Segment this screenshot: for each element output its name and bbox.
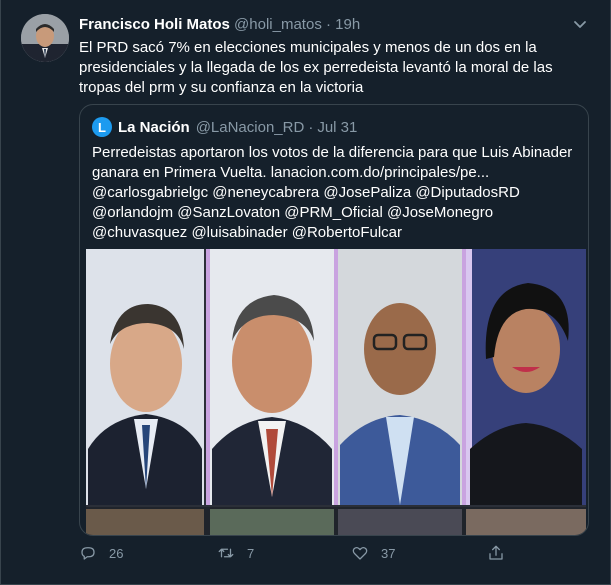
author-handle[interactable]: @holi_matos bbox=[234, 16, 322, 33]
chevron-down-icon bbox=[574, 21, 586, 28]
author-name[interactable]: Francisco Holi Matos bbox=[79, 16, 230, 33]
quoted-tweet-header: L La Nación @LaNacion_RD · Jul 31 bbox=[92, 117, 357, 137]
quoted-author-avatar[interactable]: L bbox=[92, 117, 112, 137]
reply-button[interactable]: 26 bbox=[79, 544, 123, 562]
tweet-text: El PRD sacó 7% en elecciones municipales… bbox=[79, 39, 553, 96]
retweet-icon bbox=[218, 548, 234, 558]
quoted-header-separator: · bbox=[308, 118, 314, 136]
header-separator: · bbox=[326, 16, 331, 33]
like-count: 37 bbox=[381, 545, 396, 561]
like-button[interactable]: 37 bbox=[351, 544, 395, 562]
four-portraits-photo bbox=[86, 249, 586, 535]
tweet-actions: 26 7 37 bbox=[79, 544, 599, 568]
author-avatar[interactable] bbox=[21, 14, 69, 62]
quoted-author-name[interactable]: La Nación bbox=[118, 119, 190, 136]
retweet-button[interactable]: 7 bbox=[217, 544, 254, 562]
quoted-tweet-text: Perredeistas aportaron los votos de la d… bbox=[92, 144, 573, 241]
quoted-tweet[interactable]: L La Nación @LaNacion_RD · Jul 31 Perred… bbox=[79, 104, 589, 536]
share-icon bbox=[489, 545, 503, 560]
author-avatar-image bbox=[21, 14, 69, 62]
tweet-header: Francisco Holi Matos @holi_matos · 19h bbox=[79, 16, 360, 33]
quoted-author-handle[interactable]: @LaNacion_RD bbox=[196, 119, 305, 136]
tweet-card[interactable]: Francisco Holi Matos @holi_matos · 19h E… bbox=[0, 0, 611, 585]
quoted-tweet-image[interactable] bbox=[86, 249, 586, 535]
more-options-button[interactable] bbox=[570, 14, 590, 34]
retweet-count: 7 bbox=[247, 545, 255, 561]
reply-icon bbox=[81, 547, 95, 560]
share-button[interactable] bbox=[487, 544, 517, 562]
quoted-tweet-date[interactable]: Jul 31 bbox=[317, 119, 357, 136]
heart-icon bbox=[352, 547, 368, 560]
tweet-timestamp[interactable]: 19h bbox=[335, 16, 360, 33]
reply-count: 26 bbox=[109, 545, 124, 561]
